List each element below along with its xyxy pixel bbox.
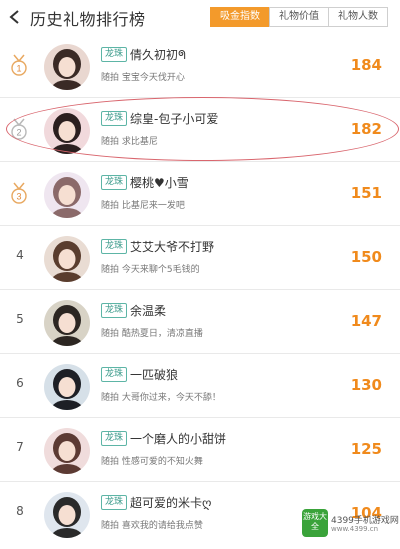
avatar[interactable] [44, 492, 90, 538]
watermark: 游戏大全 4399手机游戏网 www.4399.cn [302, 509, 399, 545]
streamer-name[interactable]: 艾艾大爷不打野 [130, 238, 214, 255]
stream-description: 随拍 今天来聊个5毛钱的 [101, 265, 200, 275]
medal-icon: 3 [11, 182, 27, 204]
rank-number: 7 [16, 440, 24, 454]
rank-number: 6 [16, 376, 24, 390]
medal-icon: 1 [11, 54, 27, 76]
platform-badge: 龙珠 [101, 367, 128, 382]
svg-text:3: 3 [16, 192, 21, 202]
rank-number: 8 [16, 504, 24, 518]
platform-badge: 龙珠 [101, 495, 128, 510]
page: 历史礼物排行榜 吸金指数 礼物价值 礼物人数 1 龙珠 倩久初初ᖗ 随拍 宝宝今天伐开… [0, 0, 400, 549]
gold-index-value: 184 [350, 56, 382, 74]
gold-index-value: 151 [350, 184, 382, 202]
platform-badge: 龙珠 [101, 239, 128, 254]
avatar[interactable] [44, 172, 90, 218]
streamer-name[interactable]: 一个磨人的小甜饼 [130, 430, 226, 447]
gold-index-value: 147 [350, 312, 382, 330]
stream-description: 随拍 性感可爱的不知火舞 [101, 457, 203, 467]
streamer-name[interactable]: 倩久初初ᖗ [130, 46, 186, 63]
gold-index-value: 130 [350, 376, 382, 394]
back-arrow-icon[interactable] [6, 8, 24, 26]
ranking-row[interactable]: 7 龙珠 一个磨人的小甜饼随拍 性感可爱的不知火舞 125 [0, 418, 400, 482]
tab-gold-index[interactable]: 吸金指数 [210, 7, 270, 27]
tab-gift-value[interactable]: 礼物价值 [269, 7, 329, 27]
stream-description: 随拍 喜欢我的请给我点赞 [101, 521, 203, 531]
avatar[interactable] [44, 428, 90, 474]
stream-description: 随拍 大哥你过来，今天不舔！ [101, 393, 221, 403]
ranking-row[interactable]: 1 龙珠 倩久初初ᖗ 随拍 宝宝今天伐开心 184 [0, 34, 400, 98]
rank-number: 4 [16, 248, 24, 262]
platform-badge: 龙珠 [101, 175, 128, 190]
gold-index-value: 125 [350, 440, 382, 458]
svg-text:1: 1 [16, 64, 21, 74]
platform-badge: 龙珠 [101, 303, 128, 318]
ranking-row[interactable]: 4 龙珠 艾艾大爷不打野随拍 今天来聊个5毛钱的 150 [0, 226, 400, 290]
avatar[interactable] [44, 364, 90, 410]
stream-description: 随拍 酷热夏日，清凉直播 [101, 329, 203, 339]
watermark-url: www.4399.cn [331, 525, 379, 533]
streamer-name[interactable]: 一匹破狼 [130, 366, 178, 383]
stream-description: 随拍 比基尼来一发吧 [101, 201, 185, 211]
streamer-name[interactable]: 余温柔 [130, 302, 166, 319]
page-title: 历史礼物排行榜 [30, 10, 146, 29]
platform-badge: 龙珠 [101, 431, 128, 446]
ranking-row[interactable]: 6 龙珠 一匹破狼随拍 大哥你过来，今天不舔！ 130 [0, 354, 400, 418]
highlight-circle [6, 97, 399, 161]
streamer-name[interactable]: 樱桃♥小雪 [130, 174, 189, 191]
avatar[interactable] [44, 300, 90, 346]
stream-description: 随拍 宝宝今天伐开心 [101, 73, 185, 83]
ranking-row[interactable]: 3 龙珠 樱桃♥小雪随拍 比基尼来一发吧 151 [0, 162, 400, 226]
gold-index-value: 150 [350, 248, 382, 266]
header: 历史礼物排行榜 吸金指数 礼物价值 礼物人数 [0, 0, 400, 34]
avatar[interactable] [44, 44, 90, 90]
rank-number: 5 [16, 312, 24, 326]
sort-tabs: 吸金指数 礼物价值 礼物人数 [210, 7, 388, 27]
ranking-row[interactable]: 5 龙珠 余温柔随拍 酷热夏日，清凉直播 147 [0, 290, 400, 354]
watermark-logo: 游戏大全 [302, 509, 328, 537]
streamer-name[interactable]: 超可爱的米卡ღ [130, 494, 211, 511]
tab-gift-count[interactable]: 礼物人数 [328, 7, 388, 27]
platform-badge: 龙珠 [101, 47, 128, 62]
avatar[interactable] [44, 236, 90, 282]
